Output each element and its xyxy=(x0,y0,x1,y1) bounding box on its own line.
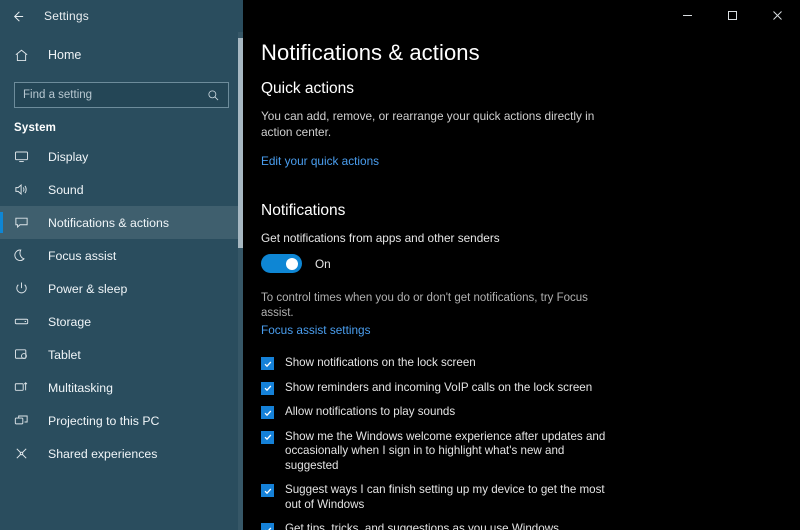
tablet-icon xyxy=(14,347,36,362)
home-icon xyxy=(14,48,36,63)
page-title: Notifications & actions xyxy=(261,40,480,65)
checkbox-label: Get tips, tricks, and suggestions as you… xyxy=(285,522,559,530)
sidebar-item-shared-experiences-label: Shared experiences xyxy=(48,446,158,461)
notification-icon xyxy=(14,215,36,230)
sidebar-item-display-label: Display xyxy=(48,149,89,164)
sidebar-item-multitasking[interactable]: Multitasking xyxy=(0,371,243,404)
sidebar-nav-list: Display Sound Notifications & actions Fo… xyxy=(0,140,243,470)
notification-options-list: Show notifications on the lock screen Sh… xyxy=(261,356,778,530)
checkbox-row-suggest-setup[interactable]: Suggest ways I can finish setting up my … xyxy=(261,483,778,512)
moon-icon xyxy=(14,248,36,263)
checkbox-label: Show notifications on the lock screen xyxy=(285,356,476,369)
sidebar-item-notifications-actions[interactable]: Notifications & actions xyxy=(0,206,243,239)
sidebar-item-storage-label: Storage xyxy=(48,314,92,329)
notifications-toggle[interactable] xyxy=(261,254,302,273)
speaker-icon xyxy=(14,182,36,197)
sidebar-item-projecting-to-this-pc-label: Projecting to this PC xyxy=(48,413,160,428)
monitor-icon xyxy=(14,149,36,164)
storage-icon xyxy=(14,314,36,329)
focus-assist-hint-text: To control times when you do or don't ge… xyxy=(261,292,588,319)
sidebar-item-projecting-to-this-pc[interactable]: Projecting to this PC xyxy=(0,404,243,437)
quick-actions-description: You can add, remove, or rearrange your q… xyxy=(261,109,595,139)
checkmark-icon[interactable] xyxy=(261,381,274,395)
notifications-section: Notifications Get notifications from app… xyxy=(261,202,778,530)
sidebar-item-tablet-label: Tablet xyxy=(48,347,81,362)
quick-actions-heading: Quick actions xyxy=(261,80,355,97)
checkbox-label: Suggest ways I can finish setting up my … xyxy=(285,483,605,511)
sidebar-group-title: System xyxy=(14,122,57,134)
checkbox-label: Show reminders and incoming VoIP calls o… xyxy=(285,380,593,394)
back-button[interactable] xyxy=(0,0,34,32)
toggle-knob xyxy=(286,257,298,270)
sidebar-item-sound[interactable]: Sound xyxy=(0,173,243,206)
checkbox-row-lock-screen[interactable]: Show notifications on the lock screen xyxy=(261,356,778,371)
sidebar-item-multitasking-label: Multitasking xyxy=(48,380,113,395)
multitasking-icon xyxy=(14,380,36,395)
app-title: Settings xyxy=(44,9,89,23)
focus-assist-settings-link[interactable]: Focus assist settings xyxy=(261,323,371,338)
sidebar: Home System Display xyxy=(0,0,243,530)
sidebar-item-display[interactable]: Display xyxy=(0,140,243,173)
quick-actions-section: Quick actions You can add, remove, or re… xyxy=(261,80,778,170)
search-box[interactable] xyxy=(14,82,229,108)
sidebar-item-shared-experiences[interactable]: Shared experiences xyxy=(0,437,243,470)
sidebar-item-focus-assist[interactable]: Focus assist xyxy=(0,239,243,272)
notifications-toggle-row: On xyxy=(261,254,778,273)
close-button[interactable] xyxy=(755,0,800,30)
sidebar-item-power-sleep[interactable]: Power & sleep xyxy=(0,272,243,305)
checkbox-row-play-sounds[interactable]: Allow notifications to play sounds xyxy=(261,405,778,420)
notifications-toggle-state: On xyxy=(315,256,331,271)
sidebar-item-home-label: Home xyxy=(48,48,82,62)
sidebar-item-storage[interactable]: Storage xyxy=(0,305,243,338)
projecting-icon xyxy=(14,413,36,428)
search-input[interactable] xyxy=(15,89,207,101)
sidebar-item-sound-label: Sound xyxy=(48,182,84,197)
window-controls xyxy=(243,0,800,32)
checkbox-label: Allow notifications to play sounds xyxy=(285,405,456,418)
title-bar-left: Settings xyxy=(0,0,243,32)
checkmark-icon[interactable] xyxy=(261,430,274,444)
checkmark-icon[interactable] xyxy=(261,406,274,419)
checkmark-icon[interactable] xyxy=(261,523,274,530)
focus-assist-hint: To control times when you do or don't ge… xyxy=(261,291,621,339)
maximize-button[interactable] xyxy=(710,0,755,30)
title-bar: Settings xyxy=(0,0,800,32)
minimize-button[interactable] xyxy=(665,0,710,30)
search-icon[interactable] xyxy=(207,89,228,102)
sidebar-item-notifications-actions-label: Notifications & actions xyxy=(48,215,169,230)
settings-window: Settings Home Find a setting System Disp… xyxy=(0,0,800,530)
sidebar-item-focus-assist-label: Focus assist xyxy=(48,248,117,263)
main-content: Notifications & actions Quick actions Yo… xyxy=(243,0,800,530)
checkmark-icon[interactable] xyxy=(261,484,274,497)
power-icon xyxy=(14,281,36,296)
edit-quick-actions-link[interactable]: Edit your quick actions xyxy=(261,154,379,168)
notifications-heading: Notifications xyxy=(261,202,346,219)
checkmark-icon[interactable] xyxy=(261,357,274,370)
checkbox-row-tips-tricks[interactable]: Get tips, tricks, and suggestions as you… xyxy=(261,522,778,530)
notifications-toggle-label: Get notifications from apps and other se… xyxy=(261,231,500,245)
search-container xyxy=(0,70,243,108)
sidebar-item-tablet[interactable]: Tablet xyxy=(0,338,243,371)
sidebar-item-home[interactable]: Home xyxy=(0,40,243,70)
checkbox-label: Show me the Windows welcome experience a… xyxy=(285,429,606,472)
checkbox-row-voip-reminders[interactable]: Show reminders and incoming VoIP calls o… xyxy=(261,381,778,396)
checkbox-row-welcome-experience[interactable]: Show me the Windows welcome experience a… xyxy=(261,430,778,474)
shared-experiences-icon xyxy=(14,446,36,461)
sidebar-item-power-sleep-label: Power & sleep xyxy=(48,281,128,296)
